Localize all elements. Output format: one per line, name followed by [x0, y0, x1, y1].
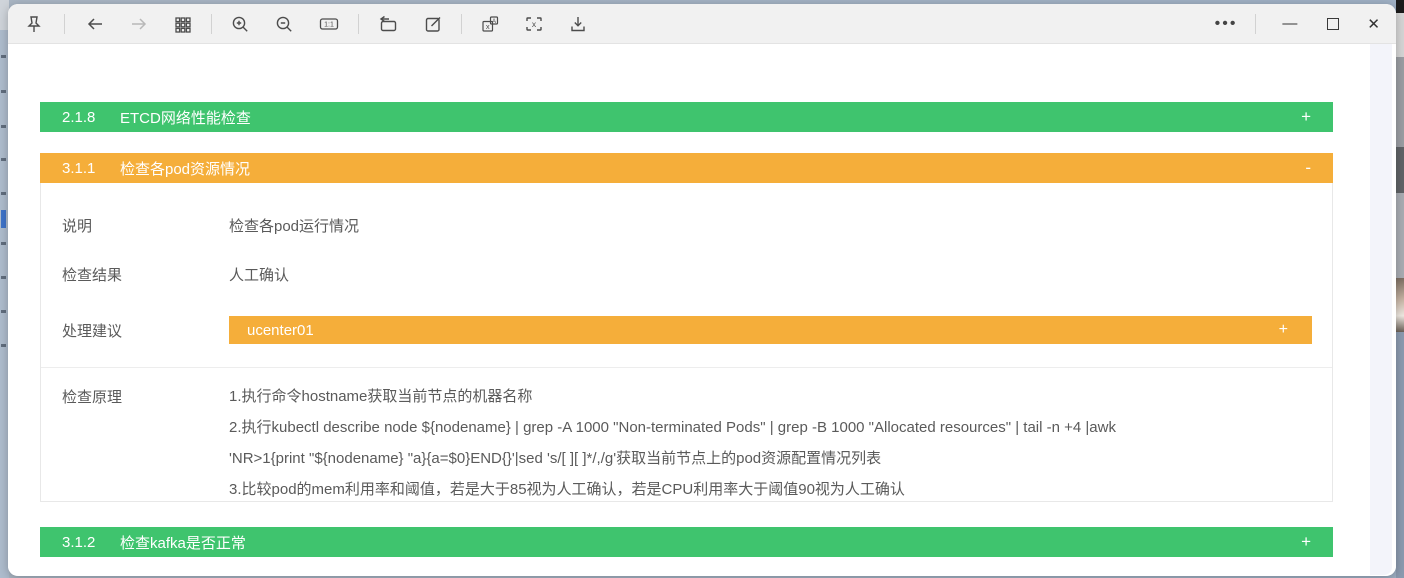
expand-toggle[interactable]: + — [1301, 107, 1311, 127]
principle-line: 2.执行kubectl describe node ${nodename} | … — [229, 419, 1116, 436]
suggestion-item-header[interactable]: ucenter01 + — [229, 316, 1312, 344]
row-label: 检查结果 — [62, 266, 123, 284]
more-icon: ••• — [1214, 14, 1238, 32]
section-title: 检查各pod资源情况 — [120, 160, 251, 178]
section-id: 3.1.2 — [62, 533, 96, 551]
toolbar-separator — [1255, 13, 1257, 34]
background-photo-sliver — [1396, 278, 1404, 332]
translate-icon: x A — [482, 15, 499, 32]
detail-row-principle: 检查原理 1.执行命令hostname获取当前节点的机器名称 2.执行kubec… — [41, 368, 1332, 505]
edit-icon — [425, 16, 441, 32]
row-label: 处理建议 — [62, 322, 123, 340]
row-value: 检查各pod运行情况 — [229, 217, 360, 235]
row-value: 人工确认 — [229, 266, 290, 284]
toolbar: 1:1 x A x ••• — ✕ — [8, 4, 1396, 44]
download-button[interactable] — [566, 12, 590, 36]
thumbnails-button[interactable] — [171, 12, 195, 36]
translate-button[interactable]: x A — [478, 12, 502, 36]
collapse-toggle[interactable]: - — [1305, 158, 1311, 178]
detail-row-suggestion: 处理建议 ucenter01 + — [41, 301, 1332, 359]
pin-button[interactable] — [22, 12, 46, 36]
actual-size-button[interactable]: 1:1 — [316, 12, 342, 36]
close-icon: ✕ — [1367, 15, 1380, 33]
svg-text:1:1: 1:1 — [324, 21, 334, 28]
app-window: 1:1 x A x ••• — ✕ 2.1.8 ETCD网络性能检查 + 3.1… — [8, 4, 1396, 576]
desktop-edge-right — [1396, 0, 1404, 578]
edit-button[interactable] — [421, 12, 445, 36]
section-title: ETCD网络性能检查 — [120, 109, 251, 127]
principle-line: 3.比较pod的mem利用率和阈值，若是大于85视为人工确认，若是CPU利用率大… — [229, 481, 905, 498]
svg-text:x: x — [486, 22, 490, 31]
section-header-2-1-8[interactable]: 2.1.8 ETCD网络性能检查 + — [40, 102, 1333, 132]
rotate-page-icon — [379, 15, 397, 31]
expand-toggle[interactable]: + — [1301, 532, 1311, 552]
thumbnails-icon — [175, 16, 191, 33]
minimize-button[interactable]: — — [1280, 13, 1299, 34]
detail-row-description: 说明 检查各pod运行情况 — [41, 203, 1332, 247]
principle-line: 'NR>1{print "${nodename} "a}{a=$0}END{}'… — [229, 450, 882, 467]
section-id: 2.1.8 — [62, 108, 96, 126]
toolbar-separator — [64, 13, 65, 34]
download-icon — [571, 16, 585, 31]
section-title: 检查kafka是否正常 — [120, 534, 246, 552]
section-detail-panel: 说明 检查各pod运行情况 检查结果 人工确认 处理建议 ucenter01 +… — [40, 183, 1333, 502]
back-icon — [87, 17, 102, 30]
report-document: 2.1.8 ETCD网络性能检查 + 3.1.1 检查各pod资源情况 - 说明… — [8, 44, 1396, 575]
rotate-page-button[interactable] — [375, 12, 401, 36]
actual-size-icon: 1:1 — [319, 17, 339, 30]
principle-line: 1.执行命令hostname获取当前节点的机器名称 — [229, 388, 533, 405]
select-text-button[interactable]: x — [522, 12, 546, 36]
close-button[interactable]: ✕ — [1365, 13, 1382, 35]
minimize-icon: — — [1282, 15, 1298, 32]
more-button[interactable]: ••• — [1213, 14, 1240, 32]
zoom-in-button[interactable] — [228, 12, 252, 36]
row-label: 检查原理 — [62, 389, 123, 406]
expand-toggle[interactable]: + — [1279, 321, 1288, 339]
back-button[interactable] — [83, 12, 107, 36]
maximize-button[interactable] — [1325, 16, 1341, 32]
toolbar-separator — [211, 13, 212, 34]
detail-row-result: 检查结果 人工确认 — [41, 247, 1332, 301]
vertical-scrollbar[interactable] — [1370, 44, 1392, 575]
section-header-3-1-2[interactable]: 3.1.2 检查kafka是否正常 + — [40, 527, 1333, 557]
maximize-icon — [1327, 17, 1340, 30]
zoom-out-icon — [276, 16, 292, 32]
svg-text:x: x — [532, 19, 537, 29]
section-header-3-1-1[interactable]: 3.1.1 检查各pod资源情况 - — [40, 153, 1333, 183]
zoom-out-button[interactable] — [272, 12, 296, 36]
toolbar-separator — [461, 13, 462, 34]
principle-text: 1.执行命令hostname获取当前节点的机器名称 2.执行kubectl de… — [229, 381, 1332, 505]
suggestion-item-title: ucenter01 — [247, 321, 314, 339]
pin-icon — [27, 15, 41, 32]
forward-button[interactable] — [127, 12, 151, 36]
row-label: 说明 — [62, 217, 93, 235]
zoom-in-icon — [232, 16, 248, 32]
toolbar-separator — [358, 13, 359, 34]
section-id: 3.1.1 — [62, 159, 96, 177]
svg-text:A: A — [492, 19, 496, 25]
select-text-icon: x — [526, 16, 542, 31]
forward-icon — [132, 17, 147, 30]
